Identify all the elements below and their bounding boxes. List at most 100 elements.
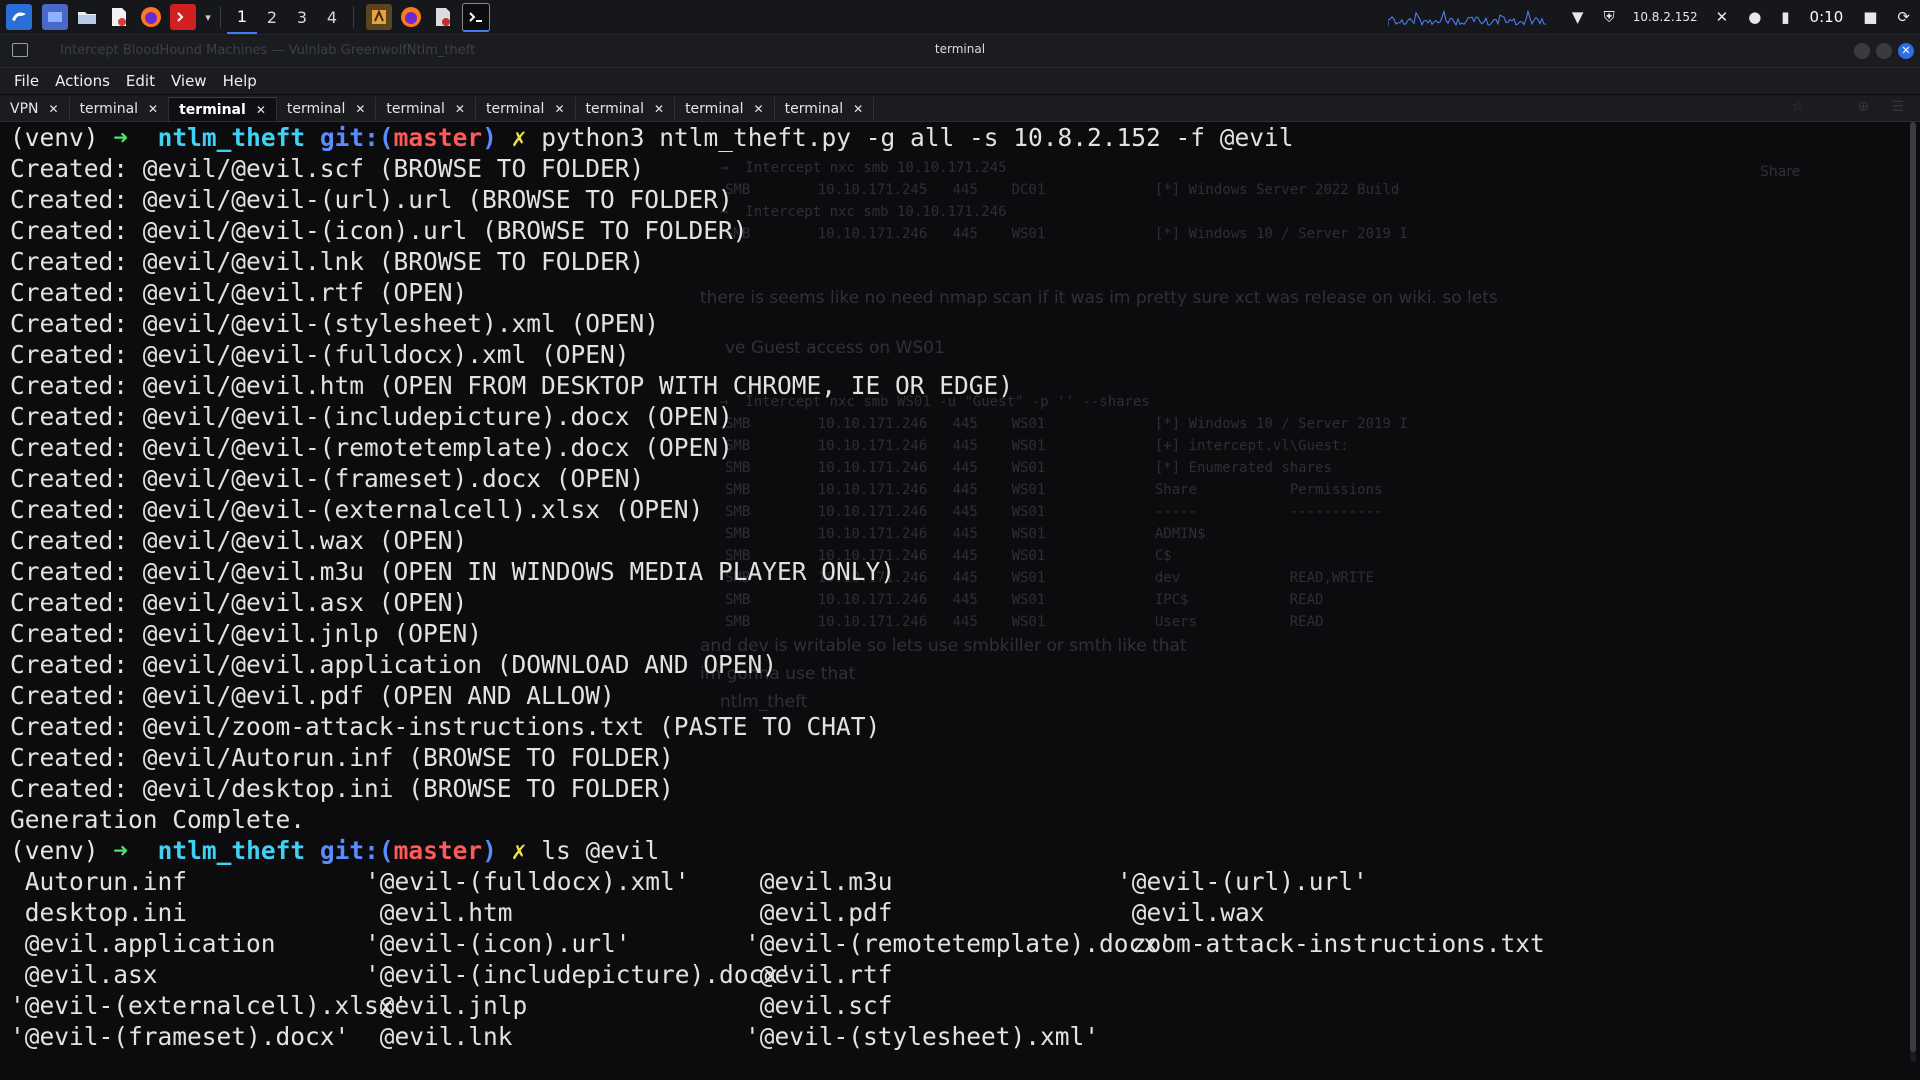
output-line: Created: @evil/@evil.application (DOWNLO… <box>10 650 778 679</box>
menu-edit[interactable]: Edit <box>126 72 155 90</box>
terminal-scrollbar-thumb[interactable] <box>1910 122 1916 1052</box>
ls-file-entry: '@evil-(stylesheet).xml' <box>745 1022 1100 1051</box>
command-text: python3 ntlm_theft.py -g all -s 10.8.2.1… <box>541 123 1294 152</box>
output-line: Created: @evil/@evil-(fulldocx).xml (OPE… <box>10 340 630 369</box>
terminal-red-icon[interactable] <box>170 4 196 30</box>
output-line: Created: @evil/@evil-(remotetemplate).do… <box>10 433 733 462</box>
command-text: ls @evil <box>541 836 660 865</box>
dropdown-icon[interactable]: ▾ <box>202 4 214 30</box>
prompt-dirty-icon: ✗ <box>511 123 527 152</box>
window-titlebar: Intercept BloodHound Machines — Vulnlab … <box>0 35 1920 68</box>
output-line: Created: @evil/@evil-(externalcell).xlsx… <box>10 495 704 524</box>
workspace-2[interactable]: 2 <box>257 0 287 34</box>
menu-view[interactable]: View <box>171 72 207 90</box>
tab-close-icon[interactable]: ✕ <box>754 102 764 116</box>
output-line: Created: @evil/@evil.m3u (OPEN IN WINDOW… <box>10 557 896 586</box>
ls-file-entry: Autorun.inf <box>10 867 188 896</box>
ls-file-entry: @evil.lnk <box>365 1022 513 1051</box>
desktop-icon[interactable] <box>42 4 68 30</box>
ls-file-entry: @evil.pdf <box>745 898 893 927</box>
tab-close-icon[interactable]: ✕ <box>554 102 564 116</box>
system-panel: ▾ 1234 ▼ ⛨ 10.8.2.152 ✕ ● ▮ 0:10 ■ ⟳ <box>0 0 1920 35</box>
panel-separator <box>353 6 354 28</box>
clock[interactable]: 0:10 <box>1810 8 1844 26</box>
workspace-1[interactable]: 1 <box>227 0 257 34</box>
ls-file-entry: '@evil-(url).url' <box>1117 867 1368 896</box>
tab-close-icon[interactable]: ✕ <box>654 102 664 116</box>
close-button[interactable]: ✕ <box>1898 43 1914 59</box>
pdf-icon[interactable] <box>430 4 456 30</box>
output-line: Created: @evil/@evil-(includepicture).do… <box>10 402 733 431</box>
tab-label: terminal <box>585 101 644 117</box>
prompt-git-label: git:( <box>319 836 394 865</box>
window-title: terminal <box>934 42 986 56</box>
tab-close-icon[interactable]: ✕ <box>49 102 59 116</box>
prompt-git-label: git:( <box>319 123 394 152</box>
tab-terminal-4[interactable]: terminal ✕ <box>376 97 476 121</box>
menu-actions[interactable]: Actions <box>55 72 110 90</box>
workspace-4[interactable]: 4 <box>317 0 347 34</box>
tab-label: terminal <box>784 101 844 117</box>
menu-file[interactable]: File <box>14 72 39 90</box>
text-editor-icon[interactable] <box>106 4 132 30</box>
battery-icon[interactable]: ▮ <box>1781 8 1789 26</box>
terminal-tab-bar: VPN ✕ terminal ✕ terminal ✕ terminal ✕ terminal ✕… <box>0 95 1920 122</box>
workspace-switcher: 1234 <box>227 0 347 34</box>
ls-file-entry: @evil.rtf <box>745 960 893 989</box>
tab-label: terminal <box>179 101 246 118</box>
terminal-output[interactable]: → Intercept nxc smb 10.10.171.245 SMB 10.… <box>0 122 1920 1080</box>
notification-bell-icon[interactable]: ● <box>1748 8 1761 26</box>
output-line: Created: @evil/@evil.jnlp (OPEN) <box>10 619 483 648</box>
output-line: Created: @evil/@evil.htm (OPEN FROM DESK… <box>10 371 1014 400</box>
tab-terminal-8[interactable]: terminal ✕ <box>775 97 875 121</box>
panel-separator <box>220 6 221 28</box>
firefox-icon[interactable] <box>398 4 424 30</box>
ls-file-entry: @evil.scf <box>745 991 893 1020</box>
tab-label: terminal <box>685 101 744 117</box>
power-icon[interactable]: ⟳ <box>1897 8 1910 26</box>
tab-terminal-3[interactable]: terminal ✕ <box>277 97 377 121</box>
background-browser-toolbar: ☆ ⊕ ☰ <box>1791 99 1905 115</box>
prompt-directory: ntlm_theft <box>157 123 306 152</box>
menu-bar: File Actions Edit View Help <box>0 68 1920 94</box>
tab-terminal-1[interactable]: terminal ✕ <box>70 97 170 121</box>
prompt-dirty-icon: ✗ <box>511 836 527 865</box>
burp-icon[interactable] <box>366 4 392 30</box>
vpn-icon[interactable]: ⛨ <box>1603 8 1614 26</box>
tab-terminal-5[interactable]: terminal ✕ <box>476 97 576 121</box>
tab-terminal-2[interactable]: terminal ✕ <box>169 97 277 121</box>
prompt-venv: (venv) <box>10 123 99 152</box>
prompt-directory: ntlm_theft <box>157 836 306 865</box>
minimize-button[interactable] <box>1854 43 1870 59</box>
tab-close-icon[interactable]: ✕ <box>355 102 365 116</box>
ls-file-entry: @evil.application <box>10 929 276 958</box>
tab-close-icon[interactable]: ✕ <box>455 102 465 116</box>
tab-close-icon[interactable]: ✕ <box>148 102 158 116</box>
terminal-icon[interactable] <box>462 2 490 32</box>
ls-file-entry: @evil.m3u <box>745 867 893 896</box>
ls-file-entry: desktop.ini <box>10 898 188 927</box>
system-tray: ▼ ⛨ 10.8.2.152 ✕ ● ▮ 0:10 ■ ⟳ <box>1387 0 1920 34</box>
tab-vpn-0[interactable]: VPN ✕ <box>0 97 70 121</box>
prompt-git-close: ) <box>482 123 497 152</box>
prompt-branch: master <box>393 123 483 152</box>
file-manager-icon[interactable] <box>74 4 100 30</box>
tab-close-icon[interactable]: ✕ <box>256 103 266 117</box>
maximize-button[interactable] <box>1876 43 1892 59</box>
menu-help[interactable]: Help <box>223 72 257 90</box>
mute-icon[interactable]: ✕ <box>1716 8 1729 26</box>
wifi-icon[interactable]: ▼ <box>1572 8 1584 26</box>
output-line: Created: @evil/@evil-(stylesheet).xml (O… <box>10 309 660 338</box>
workspace-3[interactable]: 3 <box>287 0 317 34</box>
tab-label: VPN <box>10 101 39 117</box>
tab-label: terminal <box>485 101 545 117</box>
tab-terminal-7[interactable]: terminal ✕ <box>675 97 775 121</box>
ls-file-entry: '@evil-(remotetemplate).docx' <box>745 929 1173 958</box>
tab-close-icon[interactable]: ✕ <box>853 102 863 116</box>
output-line: Created: @evil/@evil.asx (OPEN) <box>10 588 468 617</box>
kali-menu-icon[interactable] <box>6 4 32 30</box>
tab-terminal-6[interactable]: terminal ✕ <box>576 97 676 121</box>
firefox-icon[interactable] <box>138 4 164 30</box>
tab-label: terminal <box>386 101 445 117</box>
lock-icon[interactable]: ■ <box>1863 8 1877 26</box>
